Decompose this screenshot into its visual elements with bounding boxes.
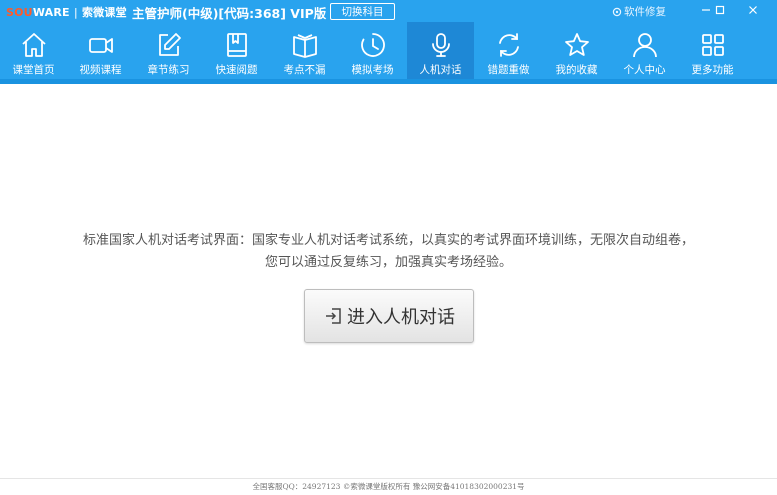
main-nav: 课堂首页 视频课程 章节练习 快速阅题 考点不漏 模拟考场 人机对话 错题重做 (0, 22, 777, 79)
user-icon (632, 33, 657, 58)
logo-ware: WARE (32, 5, 70, 19)
clock-icon (360, 33, 385, 57)
description-line-1: 标准国家人机对话考试界面：国家专业人机对话考试系统，以真实的考试界面环境训练，无… (82, 233, 694, 248)
enter-dialog-button[interactable]: 进入人机对话 (304, 289, 474, 343)
nav-item-mock-exam[interactable]: 模拟考场 (339, 22, 406, 79)
nav-label: 我的收藏 (555, 64, 598, 76)
refresh-icon (498, 33, 519, 57)
nav-label: 个人中心 (623, 64, 666, 76)
nav-label: 章节练习 (147, 64, 190, 76)
repair-gear-icon (612, 7, 622, 16)
logo-sou: SOU (6, 5, 33, 19)
nav-label: 课堂首页 (12, 64, 55, 76)
software-repair-button[interactable]: 软件修复 (612, 4, 666, 19)
switch-subject-button[interactable]: 切换科目 (330, 3, 395, 20)
nav-item-personal-center[interactable]: 个人中心 (611, 22, 678, 79)
nav-item-home[interactable]: 课堂首页 (0, 22, 67, 79)
description-line-2: 您可以通过反复练习，加强真实考场经验。 (264, 255, 512, 270)
nav-item-my-favorites[interactable]: 我的收藏 (543, 22, 610, 79)
main-content: 标准国家人机对话考试界面：国家专业人机对话考试系统，以真实的考试界面环境训练，无… (0, 84, 777, 478)
description: 标准国家人机对话考试界面：国家专业人机对话考试系统，以真实的考试界面环境训练，无… (0, 230, 777, 274)
enter-icon (326, 308, 341, 324)
nav-label: 快速阅题 (215, 64, 258, 76)
nav-label: 错题重做 (487, 64, 530, 76)
logo-brand-name: 索微课堂 (81, 6, 127, 19)
enter-dialog-label: 进入人机对话 (347, 307, 455, 328)
home-icon (21, 33, 46, 57)
edit-pencil-icon (158, 33, 181, 56)
nav-item-chapter-practice[interactable]: 章节练习 (135, 22, 202, 79)
software-repair-label: 软件修复 (624, 6, 666, 18)
app-title: 主管护师(中级)[代码:368] VIP版 (132, 6, 327, 21)
nav-item-man-machine-dialog[interactable]: 人机对话 (407, 22, 474, 79)
book-icon (226, 33, 247, 57)
microphone-icon (431, 33, 450, 57)
logo-separator: | (73, 5, 78, 19)
star-icon (564, 33, 589, 56)
nav-label: 更多功能 (691, 64, 734, 76)
maximize-button[interactable] (705, 0, 735, 20)
title-bar: SOU WARE | 索微课堂 主管护师(中级)[代码:368] VIP版 切换科目 … (0, 0, 777, 22)
nav-label: 考点不漏 (283, 64, 326, 76)
nav-label: 模拟考场 (351, 64, 394, 76)
video-camera-icon (88, 38, 113, 53)
nav-item-redo-mistakes[interactable]: 错题重做 (475, 22, 542, 79)
close-button[interactable] (738, 0, 768, 20)
close-icon (749, 6, 757, 14)
open-book-icon (292, 34, 317, 58)
grid-icon (701, 34, 724, 56)
nav-label: 人机对话 (419, 64, 462, 76)
top-header: SOU WARE | 索微课堂 主管护师(中级)[代码:368] VIP版 切换科目 … (0, 0, 777, 84)
logo: SOU WARE | 索微课堂 (6, 4, 127, 20)
nav-item-video[interactable]: 视频课程 (67, 22, 134, 79)
footer: 全国客服QQ：24927123 ©索微课堂版权所有 豫公网安备410183020… (0, 478, 777, 495)
nav-label: 视频课程 (79, 64, 122, 76)
maximize-icon (715, 5, 725, 15)
nav-item-key-points[interactable]: 考点不漏 (271, 22, 338, 79)
nav-item-quick-read[interactable]: 快速阅题 (203, 22, 270, 79)
nav-item-more-features[interactable]: 更多功能 (679, 22, 746, 79)
